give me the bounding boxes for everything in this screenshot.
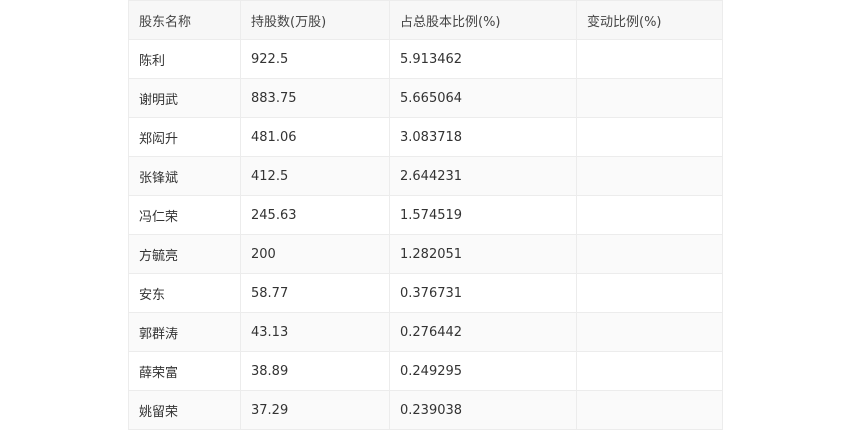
cell-shares-held: 922.5	[240, 39, 390, 79]
cell-shareholder-name: 安东	[128, 273, 241, 313]
cell-share-ratio: 0.239038	[389, 390, 577, 430]
table-row: 薛荣富 38.89 0.249295	[128, 351, 723, 391]
cell-share-ratio: 2.644231	[389, 156, 577, 196]
header-shareholder-name: 股东名称	[128, 0, 241, 40]
table-body: 陈利 922.5 5.913462 谢明武 883.75 5.665064 郑闳…	[128, 39, 723, 430]
cell-shares-held: 412.5	[240, 156, 390, 196]
cell-share-ratio: 5.665064	[389, 78, 577, 118]
cell-shares-held: 37.29	[240, 390, 390, 430]
cell-share-ratio: 1.282051	[389, 234, 577, 274]
cell-share-ratio: 0.376731	[389, 273, 577, 313]
cell-share-ratio: 3.083718	[389, 117, 577, 157]
cell-change-ratio	[576, 234, 723, 274]
cell-shareholder-name: 薛荣富	[128, 351, 241, 391]
cell-change-ratio	[576, 273, 723, 313]
cell-shareholder-name: 张锋斌	[128, 156, 241, 196]
table-row: 方毓亮 200 1.282051	[128, 234, 723, 274]
cell-change-ratio	[576, 351, 723, 391]
table-row: 安东 58.77 0.376731	[128, 273, 723, 313]
cell-change-ratio	[576, 117, 723, 157]
cell-shareholder-name: 冯仁荣	[128, 195, 241, 235]
cell-change-ratio	[576, 39, 723, 79]
cell-shareholder-name: 方毓亮	[128, 234, 241, 274]
cell-share-ratio: 1.574519	[389, 195, 577, 235]
header-share-ratio: 占总股本比例(%)	[389, 0, 577, 40]
table-row: 陈利 922.5 5.913462	[128, 39, 723, 79]
cell-shares-held: 38.89	[240, 351, 390, 391]
table-row: 张锋斌 412.5 2.644231	[128, 156, 723, 196]
cell-shares-held: 245.63	[240, 195, 390, 235]
table-header: 股东名称 持股数(万股) 占总股本比例(%) 变动比例(%)	[128, 0, 723, 40]
header-row: 股东名称 持股数(万股) 占总股本比例(%) 变动比例(%)	[128, 0, 723, 40]
cell-shares-held: 481.06	[240, 117, 390, 157]
shareholder-table: 股东名称 持股数(万股) 占总股本比例(%) 变动比例(%) 陈利 922.5 …	[128, 0, 723, 430]
table-row: 谢明武 883.75 5.665064	[128, 78, 723, 118]
table-row: 冯仁荣 245.63 1.574519	[128, 195, 723, 235]
cell-change-ratio	[576, 156, 723, 196]
cell-change-ratio	[576, 195, 723, 235]
cell-shares-held: 58.77	[240, 273, 390, 313]
cell-shareholder-name: 姚留荣	[128, 390, 241, 430]
header-shares-held: 持股数(万股)	[240, 0, 390, 40]
cell-shareholder-name: 郭群涛	[128, 312, 241, 352]
cell-share-ratio: 5.913462	[389, 39, 577, 79]
table-row: 郑闳升 481.06 3.083718	[128, 117, 723, 157]
shareholder-table-container: 股东名称 持股数(万股) 占总股本比例(%) 变动比例(%) 陈利 922.5 …	[128, 0, 723, 430]
cell-shares-held: 883.75	[240, 78, 390, 118]
cell-shareholder-name: 郑闳升	[128, 117, 241, 157]
cell-change-ratio	[576, 78, 723, 118]
cell-change-ratio	[576, 390, 723, 430]
header-change-ratio: 变动比例(%)	[576, 0, 723, 40]
cell-share-ratio: 0.249295	[389, 351, 577, 391]
cell-shares-held: 43.13	[240, 312, 390, 352]
cell-shareholder-name: 陈利	[128, 39, 241, 79]
cell-shareholder-name: 谢明武	[128, 78, 241, 118]
table-row: 姚留荣 37.29 0.239038	[128, 390, 723, 430]
cell-share-ratio: 0.276442	[389, 312, 577, 352]
cell-shares-held: 200	[240, 234, 390, 274]
table-row: 郭群涛 43.13 0.276442	[128, 312, 723, 352]
cell-change-ratio	[576, 312, 723, 352]
